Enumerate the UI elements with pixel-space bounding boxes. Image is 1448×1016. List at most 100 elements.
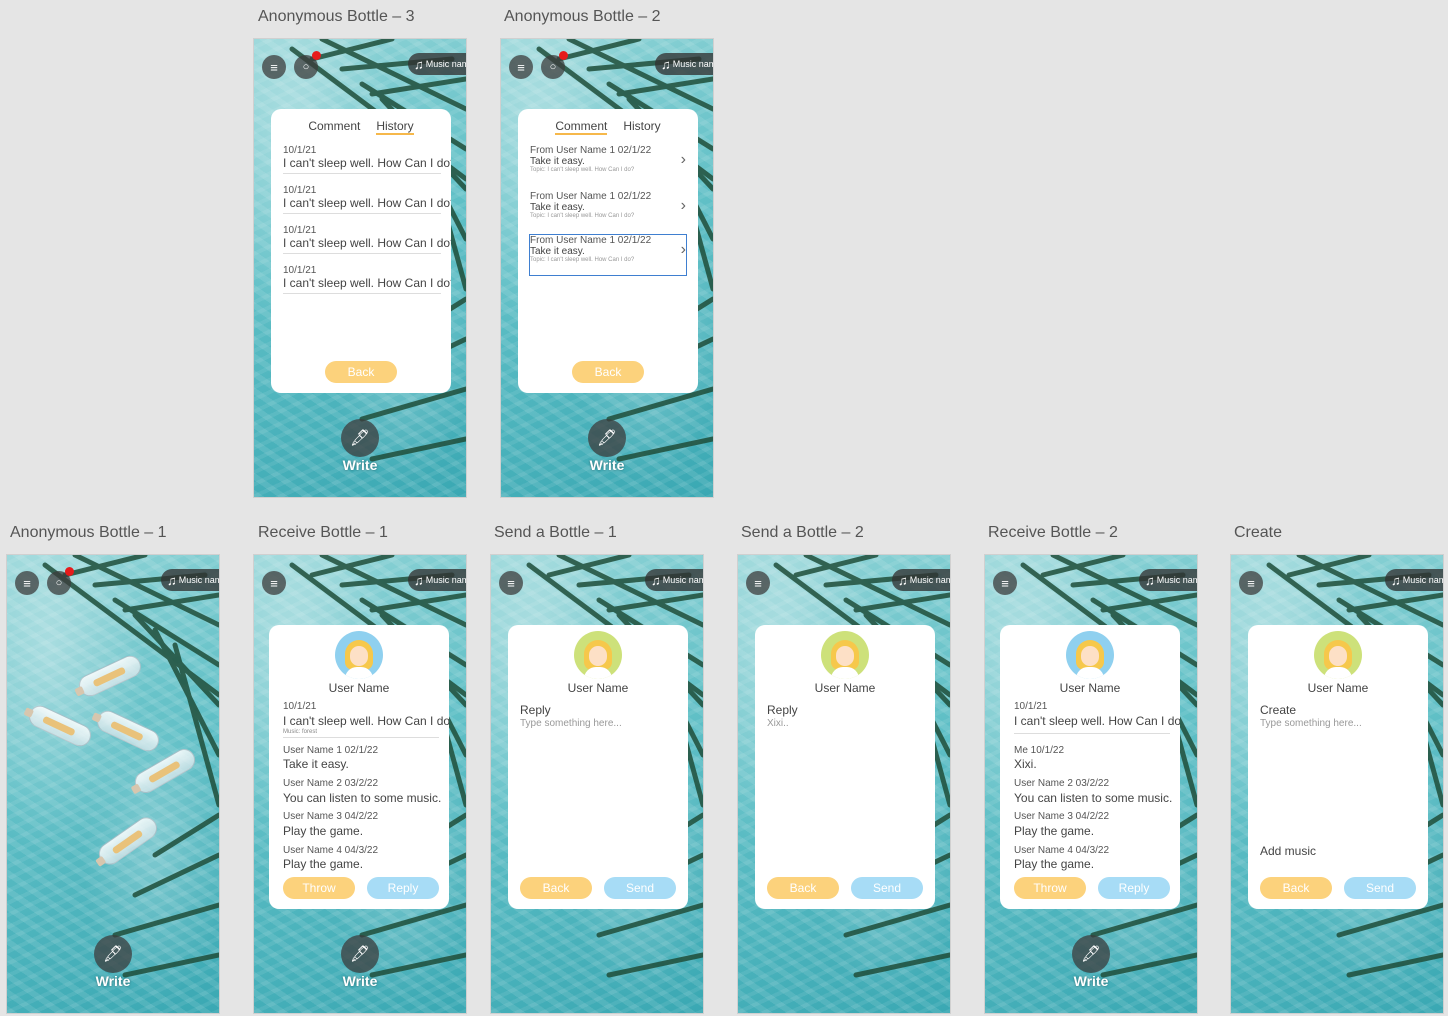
floating-bottle[interactable]	[75, 652, 145, 700]
comment-topic: Topic: I can't sleep well. How Can I do?	[530, 257, 635, 263]
menu-button[interactable]: ≡	[509, 55, 533, 79]
quill-icon: 🖋	[94, 935, 132, 973]
create-input[interactable]: Type something here...	[1260, 718, 1362, 729]
tab-history[interactable]: History	[376, 119, 414, 135]
reply-text: Take it easy.	[283, 757, 349, 771]
notification-dot	[559, 51, 568, 60]
menu-button[interactable]: ≡	[746, 571, 770, 595]
menu-button[interactable]: ≡	[15, 571, 39, 595]
write-button[interactable]: 🖋 Write	[985, 935, 1197, 989]
history-item[interactable]: 10/1/21 I can't sleep well. How Can I do…	[283, 225, 451, 254]
bottle-text: I can't sleep well. How Can I do?	[283, 714, 449, 728]
music-player-pill[interactable]: ♫Music name	[161, 569, 219, 591]
back-button[interactable]: Back	[325, 361, 397, 383]
comment-topic: Topic: I can't sleep well. How Can I do?	[530, 167, 635, 173]
send-button[interactable]: Send	[604, 877, 676, 899]
music-name: Music name	[909, 575, 950, 585]
music-player-pill[interactable]: ♫Music name	[408, 569, 466, 591]
create-label: Create	[1260, 703, 1297, 717]
history-item[interactable]: 10/1/21 I can't sleep well. How Can I do…	[283, 185, 451, 214]
tab-comment[interactable]: Comment	[308, 119, 360, 135]
music-player-pill[interactable]: ♫Music name	[655, 53, 713, 75]
chat-button[interactable]: ○	[294, 51, 321, 79]
reply-input[interactable]: Xixi..	[767, 718, 789, 729]
music-player-pill[interactable]: ♫Music name	[1385, 569, 1443, 591]
reply-text: You can listen to some music.	[1014, 791, 1173, 805]
music-player-pill[interactable]: ♫Music name	[645, 569, 703, 591]
music-player-pill[interactable]: ♫Music name	[408, 53, 466, 75]
menu-button[interactable]: ≡	[262, 571, 286, 595]
floating-bottle[interactable]	[130, 744, 200, 798]
back-button[interactable]: Back	[1260, 877, 1332, 899]
reply-text: Play the game.	[1014, 857, 1095, 871]
music-name: Music name	[672, 59, 713, 69]
history-item[interactable]: 10/1/21 I can't sleep well. How Can I do…	[283, 265, 451, 294]
music-note-icon: ♫	[167, 572, 177, 588]
notification-dot	[312, 51, 321, 60]
tab-history[interactable]: History	[623, 119, 660, 135]
music-player-pill[interactable]: ♫Music name	[1139, 569, 1197, 591]
music-name: Music name	[178, 575, 219, 585]
send-card: User Name Reply Xixi.. Back Send	[755, 625, 935, 909]
history-date: 10/1/21	[283, 145, 317, 156]
comment-text: Take it easy.	[530, 202, 585, 213]
tab-comment[interactable]: Comment	[555, 119, 608, 135]
menu-button[interactable]: ≡	[993, 571, 1017, 595]
menu-icon: ≡	[1247, 575, 1255, 591]
music-note-icon: ♫	[651, 572, 661, 588]
artboard-title: Receive Bottle – 2	[988, 524, 1118, 541]
music-player-pill[interactable]: ♫Music name	[892, 569, 950, 591]
write-label: Write	[589, 457, 625, 473]
menu-button[interactable]: ≡	[1239, 571, 1263, 595]
floating-bottle[interactable]	[25, 702, 95, 750]
menu-button[interactable]: ≡	[262, 55, 286, 79]
menu-icon: ≡	[517, 59, 525, 75]
throw-button[interactable]: Throw	[1014, 877, 1086, 899]
history-text: I can't sleep well. How Can I do?	[283, 236, 451, 250]
chat-bubble-icon: ○	[55, 577, 63, 589]
throw-button[interactable]: Throw	[283, 877, 355, 899]
menu-button[interactable]: ≡	[499, 571, 523, 595]
back-button[interactable]: Back	[520, 877, 592, 899]
chat-bubble-icon: ○	[302, 61, 310, 73]
quill-icon: 🖋	[341, 935, 379, 973]
music-note-icon: ♫	[414, 56, 424, 72]
reply-button[interactable]: Reply	[367, 877, 439, 899]
back-button[interactable]: Back	[572, 361, 644, 383]
comment-item[interactable]: From User Name 1 02/1/22 Take it easy. T…	[530, 191, 686, 231]
notification-dot	[65, 567, 74, 576]
artboard-title: Send a Bottle – 1	[494, 524, 617, 541]
send-button[interactable]: Send	[851, 877, 923, 899]
artboard-title: Send a Bottle – 2	[741, 524, 864, 541]
floating-bottle[interactable]	[93, 707, 163, 755]
phone-frame-anonymous-bottle-1: ≡ ○ ♫Music name 🖋 Write	[6, 554, 220, 1014]
comment-item-selected[interactable]: From User Name 1 02/1/22 Take it easy. T…	[529, 234, 687, 276]
history-text: I can't sleep well. How Can I do?	[283, 156, 451, 170]
reply-button[interactable]: Reply	[1098, 877, 1170, 899]
tab-bar: Comment History	[518, 119, 698, 135]
reply-header: User Name 4 04/3/22	[283, 845, 379, 856]
history-item[interactable]: 10/1/21 I can't sleep well. How Can I do…	[283, 145, 451, 174]
comment-topic: Topic: I can't sleep well. How Can I do?	[530, 213, 635, 219]
comment-card: Comment History From User Name 1 02/1/22…	[518, 109, 698, 393]
write-button[interactable]: 🖋 Write	[7, 935, 219, 989]
write-button[interactable]: 🖋 Write	[501, 419, 713, 473]
write-button[interactable]: 🖋 Write	[254, 935, 466, 989]
floating-bottle[interactable]	[94, 813, 162, 869]
send-button[interactable]: Send	[1344, 877, 1416, 899]
menu-icon: ≡	[270, 575, 278, 591]
back-button[interactable]: Back	[767, 877, 839, 899]
create-card: User Name Create Type something here... …	[1248, 625, 1428, 909]
reply-input[interactable]: Type something here...	[520, 718, 622, 729]
write-button[interactable]: 🖋 Write	[254, 419, 466, 473]
reply-label: Reply	[520, 703, 551, 717]
divider	[283, 737, 439, 738]
add-music-link[interactable]: Add music	[1260, 844, 1316, 858]
music-name: Music name	[1402, 575, 1443, 585]
chat-button[interactable]: ○	[47, 567, 74, 595]
bottle-card: User Name 10/1/21 I can't sleep well. Ho…	[1000, 625, 1180, 909]
reply-header: User Name 2 03/2/22	[1014, 778, 1110, 789]
comment-item[interactable]: From User Name 1 02/1/22 Take it easy. T…	[530, 145, 686, 185]
chat-button[interactable]: ○	[541, 51, 568, 79]
music-note-icon: ♫	[414, 572, 424, 588]
